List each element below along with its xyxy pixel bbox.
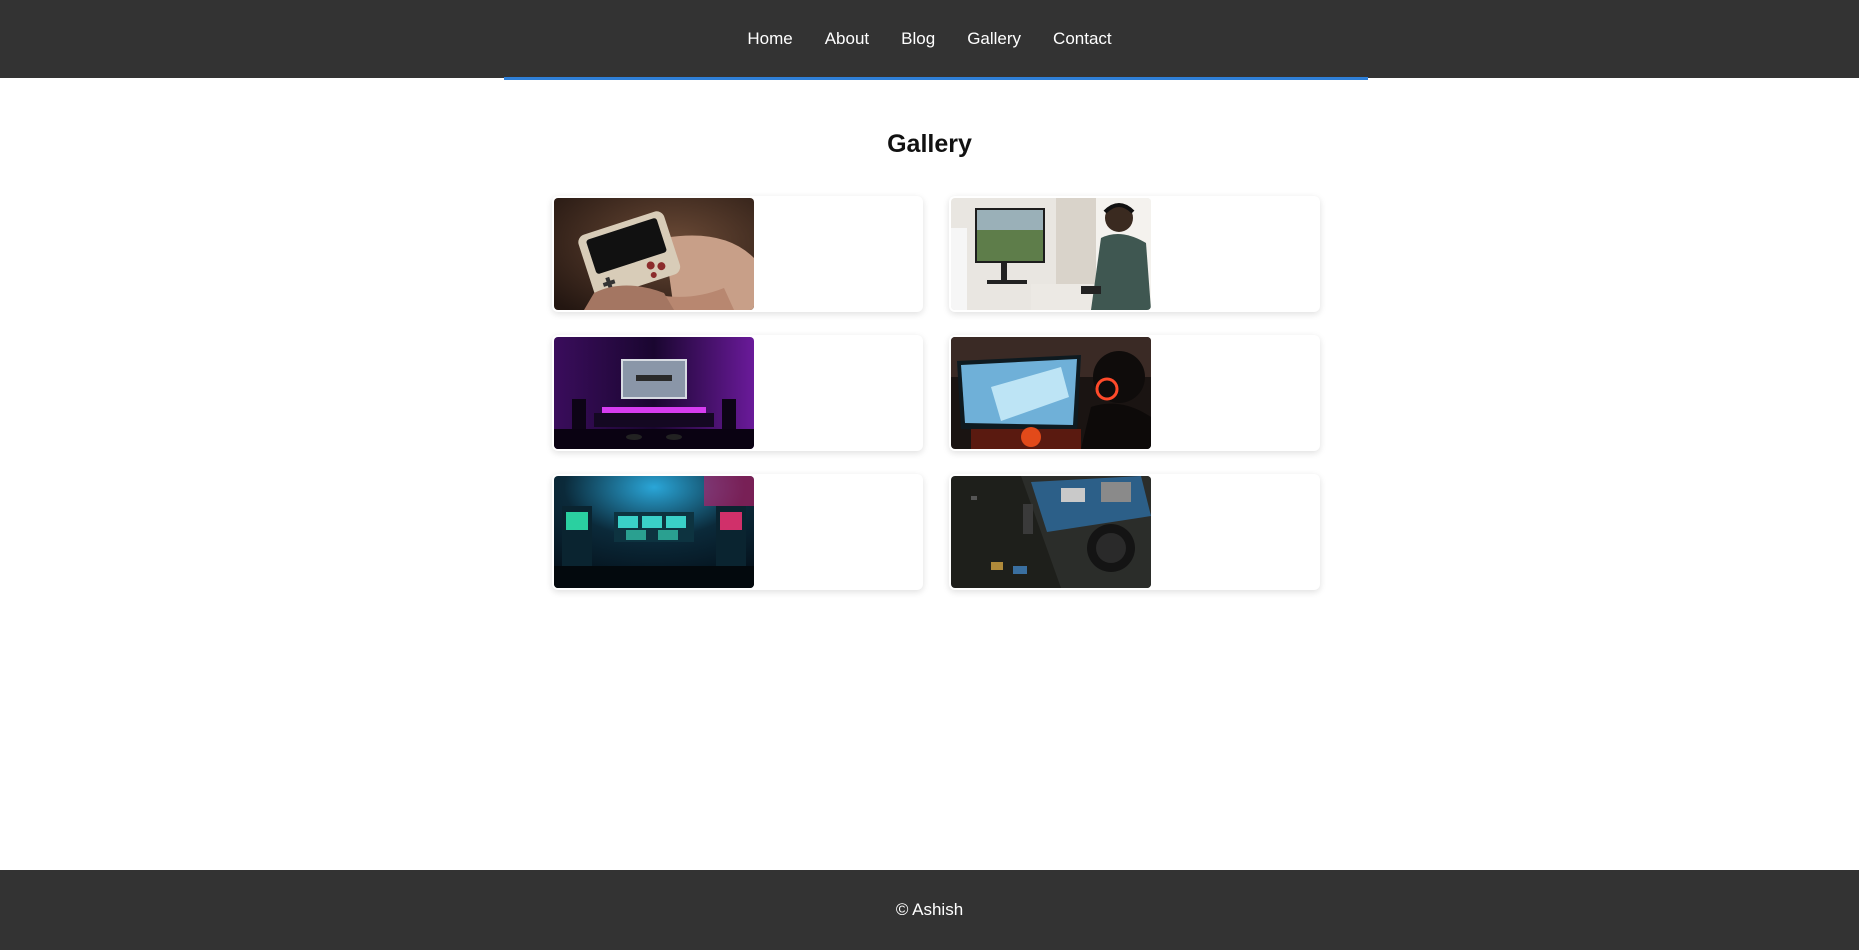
neon-game-room-image <box>554 476 754 588</box>
gallery-card[interactable] <box>552 474 923 590</box>
nav-home-link[interactable]: Home <box>731 0 808 78</box>
gamer-at-monitor-image <box>951 198 1151 310</box>
nav-accent-divider <box>504 77 1368 80</box>
gallery-card[interactable] <box>949 474 1320 590</box>
top-navbar: Home About Blog Gallery Contact <box>0 0 1859 78</box>
nav-gallery-link[interactable]: Gallery <box>951 0 1037 78</box>
gallery-card[interactable] <box>949 335 1320 451</box>
gallery-image-gamer-at-monitor[interactable] <box>951 198 1151 310</box>
page-footer: © Ashish <box>0 870 1859 950</box>
gallery-card[interactable] <box>552 335 923 451</box>
gallery-image-laptop-internals[interactable] <box>951 476 1151 588</box>
nav-blog-link[interactable]: Blog <box>885 0 951 78</box>
nav-contact-link[interactable]: Contact <box>1037 0 1128 78</box>
gallery-image-handheld-console[interactable] <box>554 198 754 310</box>
laptop-internals-image <box>951 476 1151 588</box>
main-nav: Home About Blog Gallery Contact <box>0 0 1859 78</box>
gallery-card[interactable] <box>949 196 1320 312</box>
gallery-image-neon-game-room[interactable] <box>554 476 754 588</box>
gallery-grid <box>552 196 1320 590</box>
gallery-card[interactable] <box>552 196 923 312</box>
page-title: Gallery <box>887 130 972 158</box>
gallery-image-purple-tv-setup[interactable] <box>554 337 754 449</box>
purple-tv-setup-image <box>554 337 754 449</box>
gamer-red-headset-image <box>951 337 1151 449</box>
gallery-image-gamer-red-headset[interactable] <box>951 337 1151 449</box>
nav-about-link[interactable]: About <box>809 0 885 78</box>
footer-copyright: © Ashish <box>895 900 964 919</box>
handheld-console-image <box>554 198 754 310</box>
